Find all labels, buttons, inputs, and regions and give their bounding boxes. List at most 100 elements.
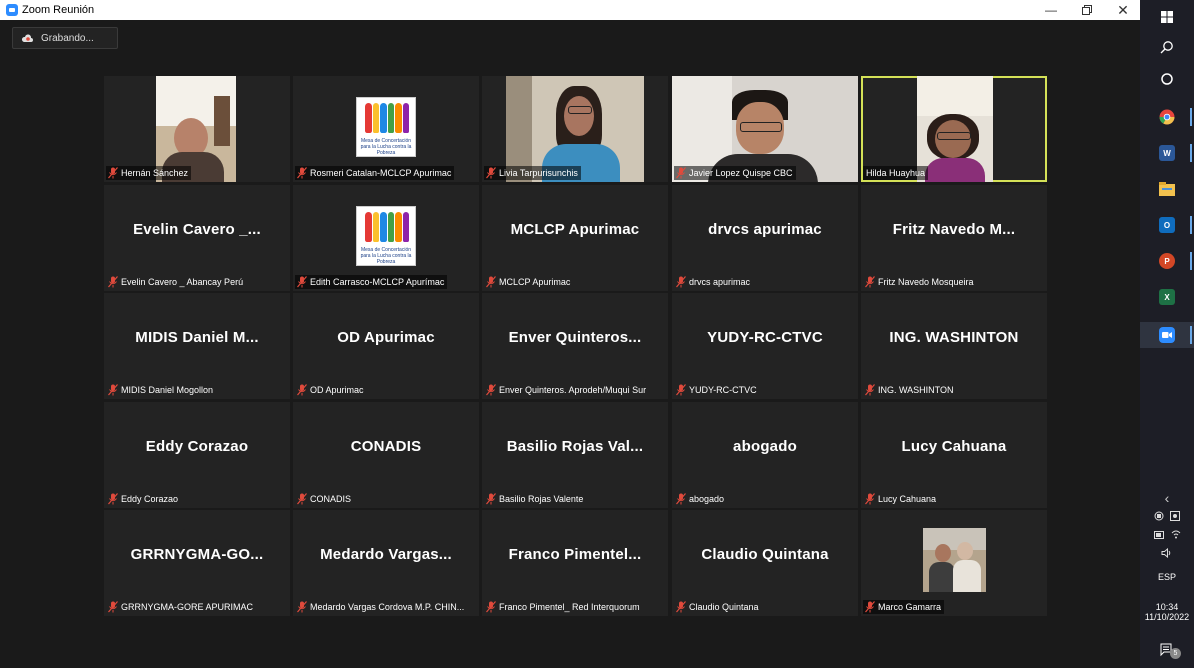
participant-tile[interactable]: ING. WASHINTON ING. WASHINTON <box>861 293 1047 399</box>
participant-display-name: abogado <box>733 438 797 455</box>
muted-mic-icon <box>108 601 118 613</box>
participant-tile[interactable]: CONADIS CONADIS <box>293 402 479 508</box>
clock-date: 11/10/2022 <box>1144 612 1190 622</box>
participant-tile[interactable]: Fritz Navedo M... Fritz Navedo Mosqueira <box>861 185 1047 291</box>
recording-indicator[interactable]: Grabando... <box>12 27 118 49</box>
participant-display-name: Evelin Cavero _... <box>133 221 261 238</box>
file-explorer-icon[interactable] <box>1140 178 1194 200</box>
participant-tile[interactable]: MIDIS Daniel M... MIDIS Daniel Mogollon <box>104 293 290 399</box>
participant-tile[interactable]: MCLCP Apurimac MCLCP Apurimac <box>482 185 668 291</box>
participant-display-name: Franco Pimentel... <box>508 546 642 563</box>
outlook-icon[interactable]: O <box>1140 214 1194 236</box>
participant-name-label: Medardo Vargas Cordova M.P. CHIN... <box>295 600 467 614</box>
excel-icon[interactable]: X <box>1140 286 1194 308</box>
participant-name-label: MIDIS Daniel Mogollon <box>106 383 216 397</box>
participant-name-label: ING. WASHINTON <box>863 383 957 397</box>
participant-display-name: Claudio Quintana <box>701 546 829 563</box>
muted-mic-icon <box>676 493 686 505</box>
participant-name-label: Hernán Sánchez <box>106 166 192 180</box>
participant-display-name: MIDIS Daniel M... <box>135 329 259 346</box>
participant-tile[interactable]: abogado abogado <box>672 402 858 508</box>
participant-tile[interactable]: Hernán Sánchez <box>104 76 290 182</box>
wifi-icon[interactable] <box>1171 526 1181 544</box>
participant-display-name: Enver Quinteros... <box>508 329 642 346</box>
participant-tile[interactable]: Lucy Cahuana Lucy Cahuana <box>861 402 1047 508</box>
muted-mic-icon <box>676 601 686 613</box>
window-title: Zoom Reunión <box>22 4 95 16</box>
minimize-icon[interactable]: — <box>1034 0 1068 20</box>
cortana-icon[interactable] <box>1140 70 1194 88</box>
windows-start-icon[interactable] <box>1140 8 1194 26</box>
muted-mic-icon <box>486 276 496 288</box>
participant-name: Hernán Sánchez <box>121 168 189 178</box>
participant-tile[interactable]: Medardo Vargas... Medardo Vargas Cordova … <box>293 510 479 616</box>
participant-tile[interactable]: YUDY-RC-CTVC YUDY-RC-CTVC <box>672 293 858 399</box>
participant-name-label: Eddy Corazao <box>106 492 181 506</box>
participant-tile[interactable]: Javier Lopez Quispe CBC <box>672 76 858 182</box>
participant-tile[interactable]: drvcs apurimac drvcs apurimac <box>672 185 858 291</box>
input-language[interactable]: ESP <box>1140 570 1194 584</box>
participant-name: Eddy Corazao <box>121 494 179 504</box>
participant-display-name: CONADIS <box>350 438 422 455</box>
zoom-icon[interactable] <box>1140 322 1194 348</box>
participant-name-label: Javier Lopez Quispe CBC <box>674 166 796 180</box>
tray-row-2 <box>1140 528 1194 542</box>
participant-tile[interactable]: Enver Quinteros... Enver Quinteros. Aprod… <box>482 293 668 399</box>
muted-mic-icon <box>676 167 686 179</box>
participant-name-label: Enver Quinteros. Aprodeh/Muqui Sur <box>484 383 649 397</box>
battery-icon[interactable] <box>1153 526 1165 544</box>
participant-tile[interactable]: Mesa de Concertación para la Lucha contr… <box>293 76 479 182</box>
participant-tile[interactable]: Livia Tarpurisunchis <box>482 76 668 182</box>
muted-mic-icon <box>297 384 307 396</box>
participant-tile[interactable]: Claudio Quintana Claudio Quintana <box>672 510 858 616</box>
muted-mic-icon <box>676 384 686 396</box>
windows-taskbar: W O P X ‹ ESP 10:34 11/10/2022 5 <box>1140 0 1194 668</box>
participant-tile[interactable]: GRRNYGMA-GO... GRRNYGMA-GORE APURIMAC <box>104 510 290 616</box>
participant-display-name: MCLCP Apurimac <box>510 221 640 238</box>
participant-tile[interactable]: Marco Gamarra <box>861 510 1047 616</box>
mesa-concertacion-logo: Mesa de Concertación para la Lucha contr… <box>356 206 416 266</box>
chrome-icon[interactable] <box>1140 106 1194 128</box>
participant-tile[interactable]: Basilio Rojas Val... Basilio Rojas Valent… <box>482 402 668 508</box>
participant-name: MIDIS Daniel Mogollon <box>121 385 214 395</box>
participant-tile[interactable]: OD Apurimac OD Apurimac <box>293 293 479 399</box>
participant-name: Basilio Rojas Valente <box>499 494 584 504</box>
participant-name: Hilda Huayhua <box>866 168 926 178</box>
screen-capture-icon[interactable] <box>1170 508 1180 526</box>
participant-display-name: ING. WASHINTON <box>889 329 1019 346</box>
logo-caption: Mesa de Concertación para la Lucha contr… <box>360 138 412 156</box>
participant-name-label: Hilda Huayhua <box>863 166 929 180</box>
participant-tile[interactable]: Hilda Huayhua <box>861 76 1047 182</box>
participant-display-name: GRRNYGMA-GO... <box>130 546 264 563</box>
word-icon[interactable]: W <box>1140 142 1194 164</box>
show-hidden-icons-chevron[interactable]: ‹ <box>1140 490 1194 506</box>
participant-name: Marco Gamarra <box>878 602 942 612</box>
meet-now-icon[interactable] <box>1154 508 1164 526</box>
participant-tile[interactable]: Eddy Corazao Eddy Corazao <box>104 402 290 508</box>
muted-mic-icon <box>486 384 496 396</box>
participant-display-name: OD Apurimac <box>337 329 435 346</box>
participant-name-label: Evelin Cavero _ Abancay Perú <box>106 275 246 289</box>
participant-name-label: Livia Tarpurisunchis <box>484 166 581 180</box>
participant-name-label: Marco Gamarra <box>863 600 945 614</box>
participant-name-label: Rosmeri Catalan-MCLCP Apurimac <box>295 166 455 180</box>
restore-icon[interactable] <box>1070 0 1104 20</box>
notification-center-icon[interactable]: 5 <box>1140 640 1194 660</box>
participant-tile[interactable]: Franco Pimentel... Franco Pimentel_ Red I… <box>482 510 668 616</box>
participant-tile[interactable]: Mesa de Concertación para la Lucha contr… <box>293 185 479 291</box>
participant-name: Evelin Cavero _ Abancay Perú <box>121 277 244 287</box>
participant-name: Edith Carrasco-MCLCP Apurímac <box>310 277 445 287</box>
volume-icon[interactable] <box>1140 546 1194 560</box>
search-icon[interactable] <box>1140 38 1194 56</box>
participant-name-label: MCLCP Apurimac <box>484 275 573 289</box>
powerpoint-icon[interactable]: P <box>1140 250 1194 272</box>
logo-caption: Mesa de Concertación para la Lucha contr… <box>360 247 412 265</box>
participant-tile[interactable]: Evelin Cavero _... Evelin Cavero _ Abanca… <box>104 185 290 291</box>
participant-display-name: drvcs apurimac <box>708 221 822 238</box>
muted-mic-icon <box>486 601 496 613</box>
clock[interactable]: 10:34 11/10/2022 <box>1140 598 1194 626</box>
close-icon[interactable]: ✕ <box>1106 0 1140 20</box>
participant-name: Rosmeri Catalan-MCLCP Apurimac <box>310 168 452 178</box>
muted-mic-icon <box>865 601 875 613</box>
muted-mic-icon <box>297 167 307 179</box>
